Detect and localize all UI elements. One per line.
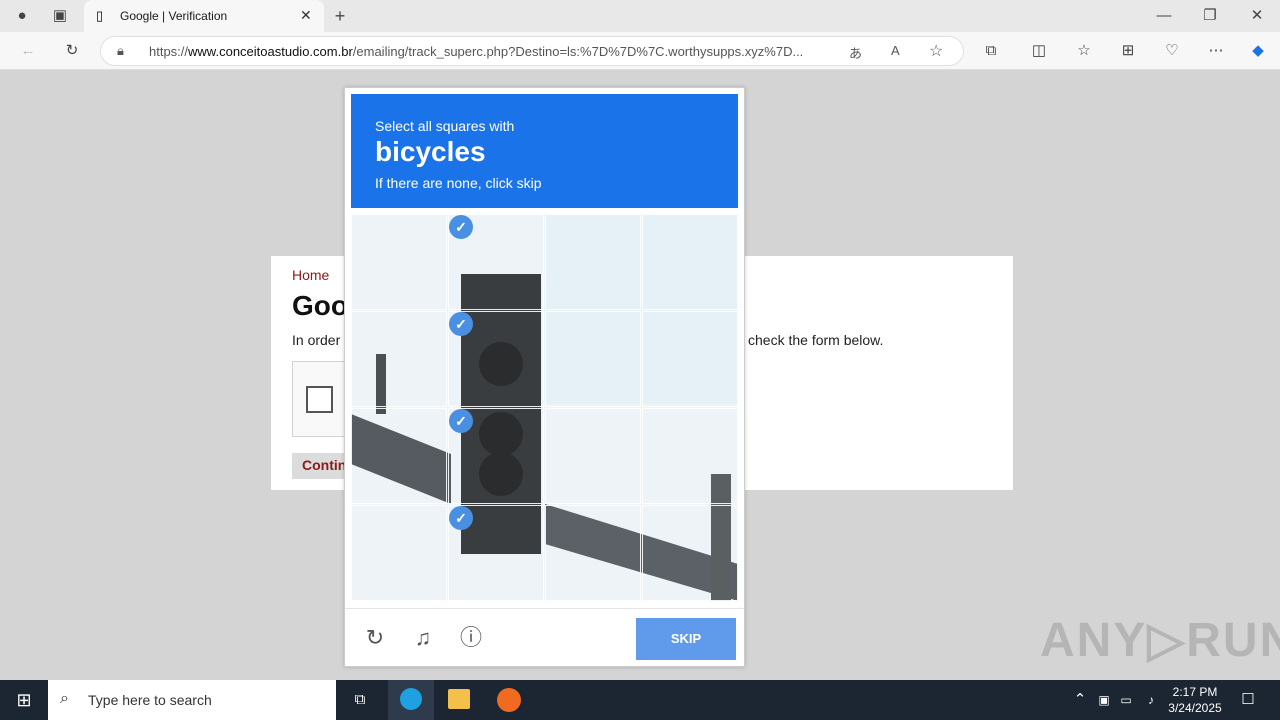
- clock[interactable]: 2:17 PM 3/24/2025: [1166, 684, 1224, 716]
- captcha-tile[interactable]: ✓: [448, 505, 544, 601]
- continue-button[interactable]: Contin: [292, 453, 352, 479]
- captcha-footer: ↻ ♫ ⓘ SKIP: [345, 608, 744, 666]
- profile-icon[interactable]: ●: [8, 2, 36, 30]
- captcha-tile[interactable]: [545, 505, 641, 601]
- captcha-tile[interactable]: [642, 311, 738, 407]
- instruction-text-tail: check the form below.: [748, 332, 884, 348]
- performance-icon[interactable]: ♡: [1158, 37, 1186, 65]
- lock-icon[interactable]: 🔒︎: [117, 43, 124, 59]
- captcha-tile[interactable]: [642, 408, 738, 504]
- new-tab-icon[interactable]: +: [326, 2, 354, 30]
- taskbar-search[interactable]: ⌕ Type here to search: [48, 680, 336, 720]
- minimize-icon[interactable]: —: [1150, 2, 1178, 30]
- captcha-tile[interactable]: [351, 505, 447, 601]
- captcha-tile[interactable]: [351, 214, 447, 310]
- edge-taskbar-item[interactable]: [388, 680, 434, 720]
- captcha-tile[interactable]: [642, 505, 738, 601]
- clock-date: 3/24/2025: [1168, 701, 1222, 715]
- volume-icon[interactable]: ♪: [1137, 686, 1165, 714]
- close-window-icon[interactable]: ✕: [1243, 2, 1271, 30]
- page-icon: ▯: [96, 8, 104, 23]
- captcha-tile[interactable]: ✓: [448, 311, 544, 407]
- address-bar[interactable]: 🔒︎ https://www.conceitoastudio.com.br/em…: [100, 36, 964, 66]
- instruction-text: In order: [292, 332, 341, 348]
- url-text: https://www.conceitoastudio.com.br/email…: [149, 44, 804, 59]
- more-menu-icon[interactable]: ⋯: [1202, 37, 1230, 65]
- page-title: Goo: [292, 290, 348, 321]
- captcha-header: Select all squares with bicycles If ther…: [351, 94, 738, 208]
- captcha-image-grid: ✓ ✓ ✓ ✓: [351, 214, 738, 601]
- info-icon[interactable]: ⓘ: [457, 624, 485, 652]
- breadcrumb-home[interactable]: Home: [292, 267, 329, 283]
- copilot-icon[interactable]: ◆: [1244, 37, 1272, 65]
- captcha-tile[interactable]: [351, 311, 447, 407]
- read-aloud-icon[interactable]: A: [891, 43, 900, 58]
- taskbar: ⊞ ⌕ Type here to search ⧉ ⌃ ▣ ▭ ♪ 2:17 P…: [0, 680, 1280, 720]
- captcha-prompt: Select all squares with: [375, 118, 515, 134]
- captcha-tile[interactable]: [351, 408, 447, 504]
- favorite-star-icon[interactable]: ☆: [929, 41, 943, 61]
- tile-selected-check-icon: ✓: [449, 409, 473, 433]
- firefox-icon[interactable]: [497, 688, 521, 712]
- reload-icon[interactable]: ↻: [361, 624, 389, 652]
- recaptcha-widget: [292, 361, 352, 437]
- edge-icon: [400, 688, 422, 710]
- clock-time: 2:17 PM: [1172, 685, 1218, 699]
- tab-active[interactable]: ▯ Google | Verification ✕: [84, 0, 324, 32]
- captcha-tile[interactable]: [545, 311, 641, 407]
- skip-button[interactable]: SKIP: [636, 618, 736, 660]
- captcha-tile[interactable]: [642, 214, 738, 310]
- tab-actions-icon[interactable]: ▣: [46, 2, 74, 30]
- watermark-logo: ANY▷RUN: [1040, 614, 1280, 667]
- windows-start-icon[interactable]: ⊞: [10, 686, 38, 714]
- tile-selected-check-icon: ✓: [449, 506, 473, 530]
- captcha-target: bicycles: [375, 136, 486, 167]
- captcha-tile[interactable]: ✓: [448, 408, 544, 504]
- extensions-icon[interactable]: ⧉: [977, 37, 1005, 65]
- back-icon[interactable]: ←: [14, 37, 42, 65]
- collections-icon[interactable]: ⊞: [1114, 37, 1142, 65]
- split-screen-icon[interactable]: ◫: [1025, 37, 1053, 65]
- translate-icon[interactable]: あ: [849, 43, 862, 62]
- captcha-tile[interactable]: ✓: [448, 214, 544, 310]
- search-placeholder: Type here to search: [88, 692, 212, 708]
- restore-icon[interactable]: ❐: [1196, 2, 1224, 30]
- tile-selected-check-icon: ✓: [449, 215, 473, 239]
- task-view-icon[interactable]: ⧉: [346, 686, 374, 714]
- tab-title: Google | Verification: [120, 9, 228, 23]
- audio-challenge-icon[interactable]: ♫: [409, 624, 437, 652]
- navigation-bar: ← ↻ 🔒︎ https://www.conceitoastudio.com.b…: [0, 32, 1280, 70]
- search-icon: ⌕: [60, 690, 69, 707]
- tab-bar: ● ▣ ▯ Google | Verification ✕ + — ❐ ✕: [0, 0, 1280, 32]
- file-explorer-icon[interactable]: [448, 689, 470, 709]
- captcha-hint: If there are none, click skip: [375, 175, 542, 191]
- network-icon[interactable]: ▭: [1112, 686, 1140, 714]
- captcha-challenge: Select all squares with bicycles If ther…: [344, 87, 745, 667]
- tile-selected-check-icon: ✓: [449, 312, 473, 336]
- notifications-icon[interactable]: ☐: [1234, 686, 1262, 714]
- favorites-icon[interactable]: ☆: [1070, 37, 1098, 65]
- close-tab-icon[interactable]: ✕: [300, 7, 312, 24]
- captcha-tile[interactable]: [545, 214, 641, 310]
- refresh-icon[interactable]: ↻: [58, 37, 86, 65]
- recaptcha-checkbox[interactable]: [306, 386, 333, 413]
- captcha-tile[interactable]: [545, 408, 641, 504]
